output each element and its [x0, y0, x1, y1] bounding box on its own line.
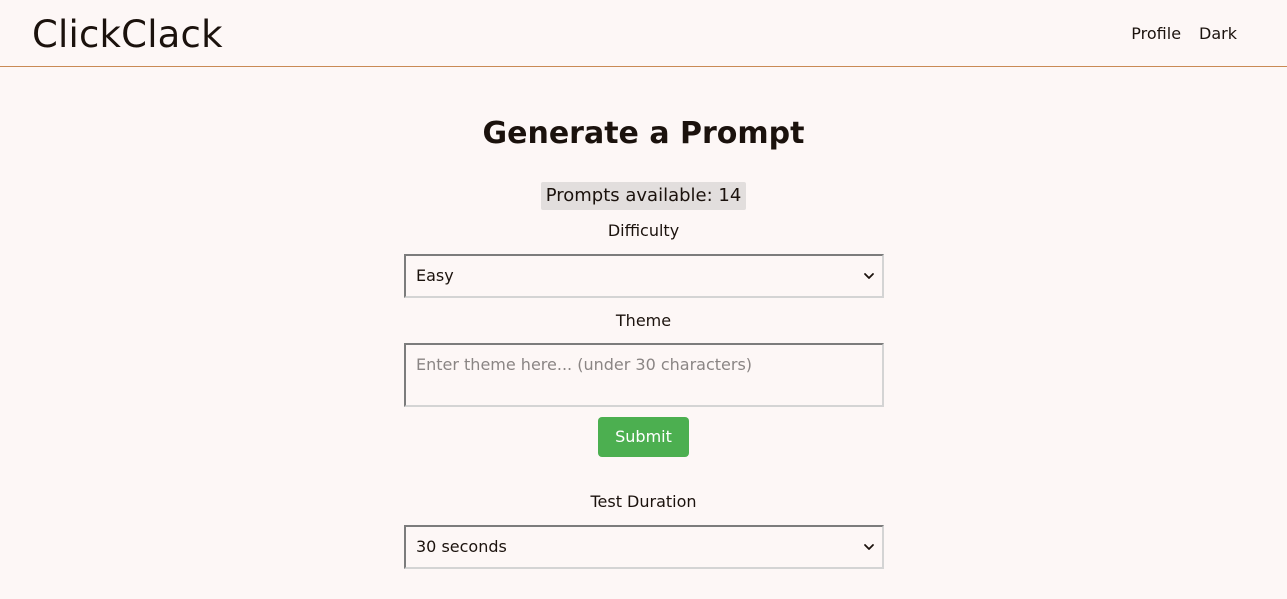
- profile-link[interactable]: Profile: [1131, 23, 1181, 45]
- theme-input[interactable]: Enter theme here... (under 30 characters…: [404, 343, 884, 407]
- difficulty-selected-value: Easy: [416, 266, 454, 285]
- page-title: Generate a Prompt: [482, 116, 805, 151]
- theme-label: Theme: [615, 311, 672, 330]
- test-duration-selected-value: 30 seconds: [416, 537, 507, 556]
- top-navigation-bar: ClickClack Profile Dark: [0, 0, 1287, 67]
- nav-links: Profile Dark: [1131, 23, 1237, 45]
- test-duration-label: Test Duration: [590, 492, 697, 511]
- dark-mode-toggle[interactable]: Dark: [1199, 23, 1237, 45]
- submit-button[interactable]: Submit: [598, 417, 689, 457]
- difficulty-select[interactable]: Easy: [404, 254, 884, 298]
- chevron-down-icon: [864, 273, 874, 279]
- prompts-available-badge: Prompts available: 14: [541, 182, 746, 210]
- theme-input-placeholder: Enter theme here... (under 30 characters…: [416, 355, 753, 374]
- app-logo[interactable]: ClickClack: [32, 12, 223, 58]
- test-duration-select[interactable]: 30 seconds: [404, 525, 884, 569]
- chevron-down-icon: [864, 544, 874, 550]
- difficulty-label: Difficulty: [607, 221, 680, 240]
